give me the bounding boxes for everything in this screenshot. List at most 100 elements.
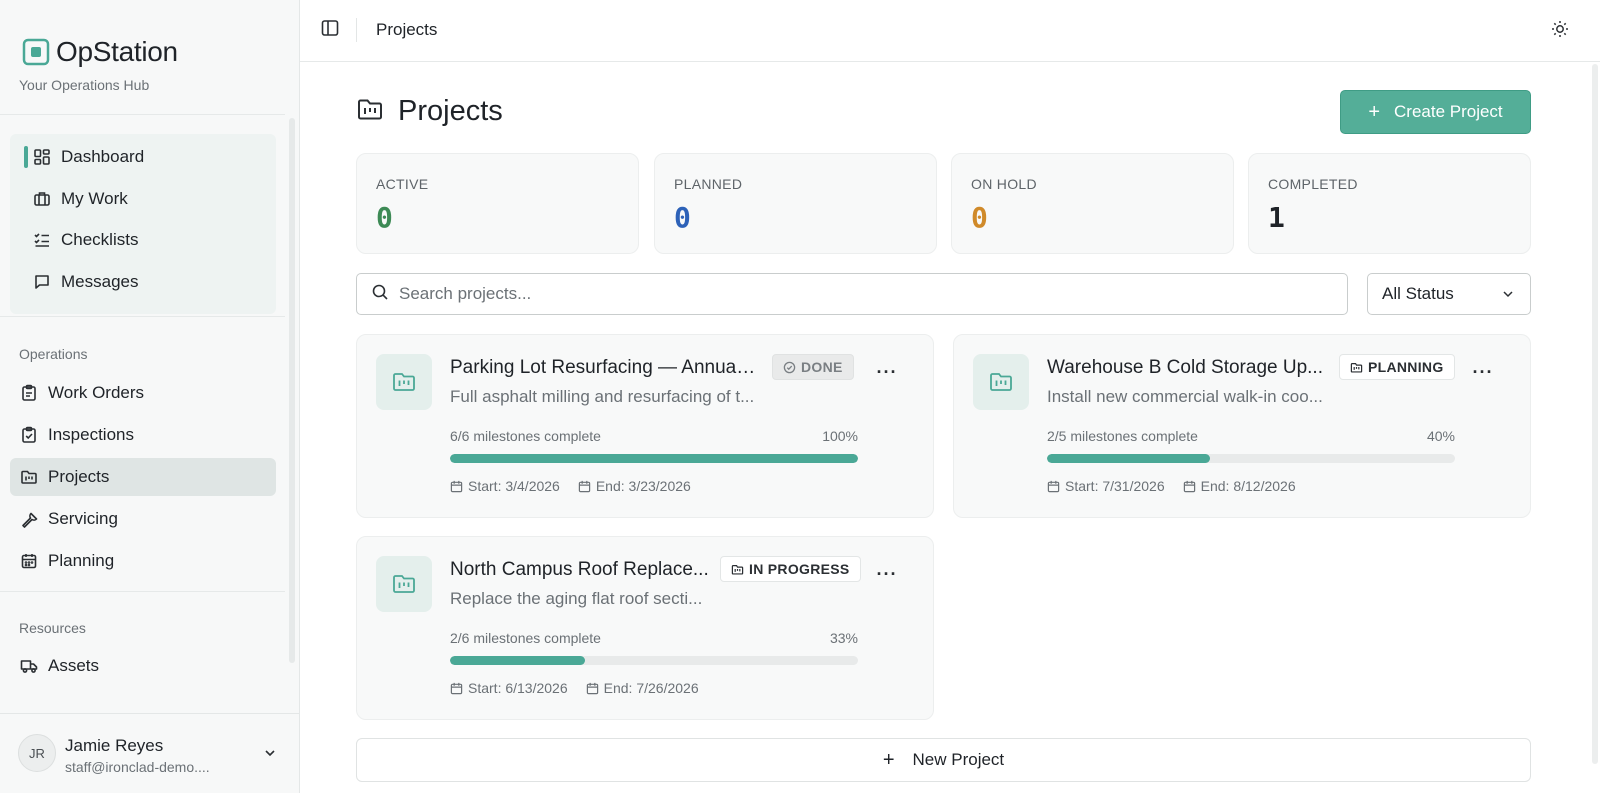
more-options-icon[interactable]: ··· — [1470, 361, 1496, 383]
truck-icon — [19, 656, 39, 676]
plus-icon: + — [882, 748, 895, 771]
sidebar-scrollbar[interactable] — [289, 118, 295, 663]
main-scrollbar[interactable] — [1592, 64, 1598, 764]
sidebar-item-label: Dashboard — [61, 147, 145, 166]
create-project-button[interactable]: + Create Project — [1340, 90, 1531, 134]
grid-icon — [32, 147, 52, 167]
chevron-down-icon — [1500, 286, 1516, 307]
project-title[interactable]: Warehouse B Cold Storage Up... — [1047, 357, 1325, 379]
breadcrumb: Projects — [376, 20, 438, 39]
stat-card-completed: COMPLETED 1 — [1248, 153, 1531, 254]
project-description: Replace the aging flat roof secti... — [450, 589, 703, 608]
logo-icon — [22, 38, 50, 66]
stat-value: 1 — [1268, 201, 1285, 234]
calendar-icon — [1183, 480, 1195, 492]
status-badge-label: PLANNING — [1368, 359, 1444, 375]
create-project-label: Create Project — [1394, 102, 1503, 121]
user-email: staff@ironclad-demo.... — [65, 759, 210, 775]
folder-icon — [1350, 362, 1363, 373]
sidebar-item-inspections[interactable]: Inspections — [10, 416, 276, 454]
project-title[interactable]: Parking Lot Resurfacing — Annual C... — [450, 357, 756, 379]
divider — [0, 591, 285, 592]
stat-card-active: ACTIVE 0 — [356, 153, 639, 254]
brand[interactable]: OpStation — [22, 36, 178, 68]
sidebar-item-label: Inspections — [48, 425, 134, 444]
progress-bar — [450, 656, 858, 665]
progress-fill — [450, 656, 585, 665]
progress-fill — [1047, 454, 1211, 463]
end-date-label: End: 8/12/2026 — [1200, 478, 1296, 494]
sidebar-item-messages[interactable]: Messages — [10, 263, 276, 301]
sidebar-item-my-work[interactable]: My Work — [10, 180, 276, 218]
progress-fill — [450, 454, 858, 463]
sidebar-item-assets[interactable]: Assets — [10, 647, 276, 685]
sun-icon[interactable] — [1550, 19, 1572, 41]
sidebar-item-work-orders[interactable]: Work Orders — [10, 374, 276, 412]
calendar-icon — [450, 682, 463, 694]
end-date-label: End: 7/26/2026 — [603, 680, 699, 696]
project-dates: Start: 6/13/2026 End: 7/26/2026 — [450, 680, 699, 696]
status-badge: PLANNING — [1339, 354, 1455, 380]
status-badge-label: DONE — [801, 359, 843, 375]
page-title: Projects — [398, 95, 503, 127]
new-project-button[interactable]: + New Project — [356, 738, 1531, 782]
stat-label: ON HOLD — [971, 176, 1037, 192]
sidebar-item-dashboard[interactable]: Dashboard — [10, 138, 276, 176]
search-box — [356, 273, 1348, 315]
project-title[interactable]: North Campus Roof Replace... — [450, 559, 710, 581]
user-menu[interactable]: JR Jamie Reyes staff@ironclad-demo.... — [0, 713, 300, 793]
sidebar-item-projects[interactable]: Projects — [10, 458, 276, 496]
stat-label: ACTIVE — [376, 176, 429, 192]
calendar-icon — [450, 480, 463, 492]
project-description: Full asphalt milling and resurfacing of … — [450, 387, 755, 406]
topbar: Projects — [300, 0, 1600, 62]
sidebar-toggle-icon[interactable] — [320, 18, 342, 40]
project-dates: Start: 3/4/2026 End: 3/23/2026 — [450, 478, 691, 494]
more-options-icon[interactable]: ··· — [874, 361, 900, 383]
progress-bar — [1047, 454, 1455, 463]
more-options-icon[interactable]: ··· — [874, 563, 900, 585]
section-label-resources: Resources — [19, 620, 86, 636]
avatar: JR — [18, 734, 56, 772]
sidebar-item-servicing[interactable]: Servicing — [10, 500, 276, 538]
folder-kanban-icon — [356, 95, 384, 128]
project-description: Install new commercial walk-in coo... — [1047, 387, 1323, 406]
end-date: End: 7/26/2026 — [586, 680, 699, 696]
project-dates: Start: 7/31/2026 End: 8/12/2026 — [1047, 478, 1296, 494]
sidebar-item-checklists[interactable]: Checklists — [10, 221, 276, 259]
checklist-icon — [32, 230, 52, 250]
status-filter-select[interactable]: All Status — [1367, 273, 1531, 315]
start-date-label: Start: 7/31/2026 — [1065, 478, 1165, 494]
sidebar-item-label: Messages — [61, 272, 139, 291]
status-badge: IN PROGRESS — [720, 556, 861, 582]
wrench-icon — [19, 509, 39, 529]
user-name: Jamie Reyes — [65, 736, 164, 755]
sidebar-item-planning[interactable]: Planning — [10, 542, 276, 580]
milestones-label: 2/5 milestones complete — [1047, 428, 1198, 444]
start-date-label: Start: 3/4/2026 — [468, 478, 560, 494]
check-circle-icon — [783, 361, 796, 373]
folder-icon — [731, 564, 744, 575]
chevron-down-icon[interactable] — [262, 745, 278, 766]
status-badge-label: IN PROGRESS — [749, 561, 850, 577]
progress-percent: 40% — [1426, 428, 1455, 444]
stat-value: 0 — [971, 201, 988, 234]
stat-label: COMPLETED — [1268, 176, 1358, 192]
status-filter-value: All Status — [1382, 284, 1454, 303]
project-card[interactable]: Warehouse B Cold Storage Up... Install n… — [953, 334, 1531, 518]
project-card[interactable]: North Campus Roof Replace... Replace the… — [356, 536, 934, 720]
stat-value: 0 — [674, 201, 691, 234]
clipboard-icon — [19, 383, 39, 403]
end-date: End: 8/12/2026 — [1183, 478, 1296, 494]
project-card[interactable]: Parking Lot Resurfacing — Annual C... Fu… — [356, 334, 934, 518]
brand-subtitle: Your Operations Hub — [19, 77, 150, 93]
progress-bar — [450, 454, 858, 463]
sidebar-item-label: Planning — [48, 551, 115, 570]
search-input[interactable] — [399, 284, 1299, 304]
plus-icon: + — [1368, 100, 1380, 123]
end-date-label: End: 3/23/2026 — [595, 478, 691, 494]
folder-kanban-icon — [376, 354, 432, 410]
sidebar-item-label: Projects — [48, 467, 110, 486]
calendar-icon — [586, 682, 598, 694]
stat-label: PLANNED — [674, 176, 743, 192]
